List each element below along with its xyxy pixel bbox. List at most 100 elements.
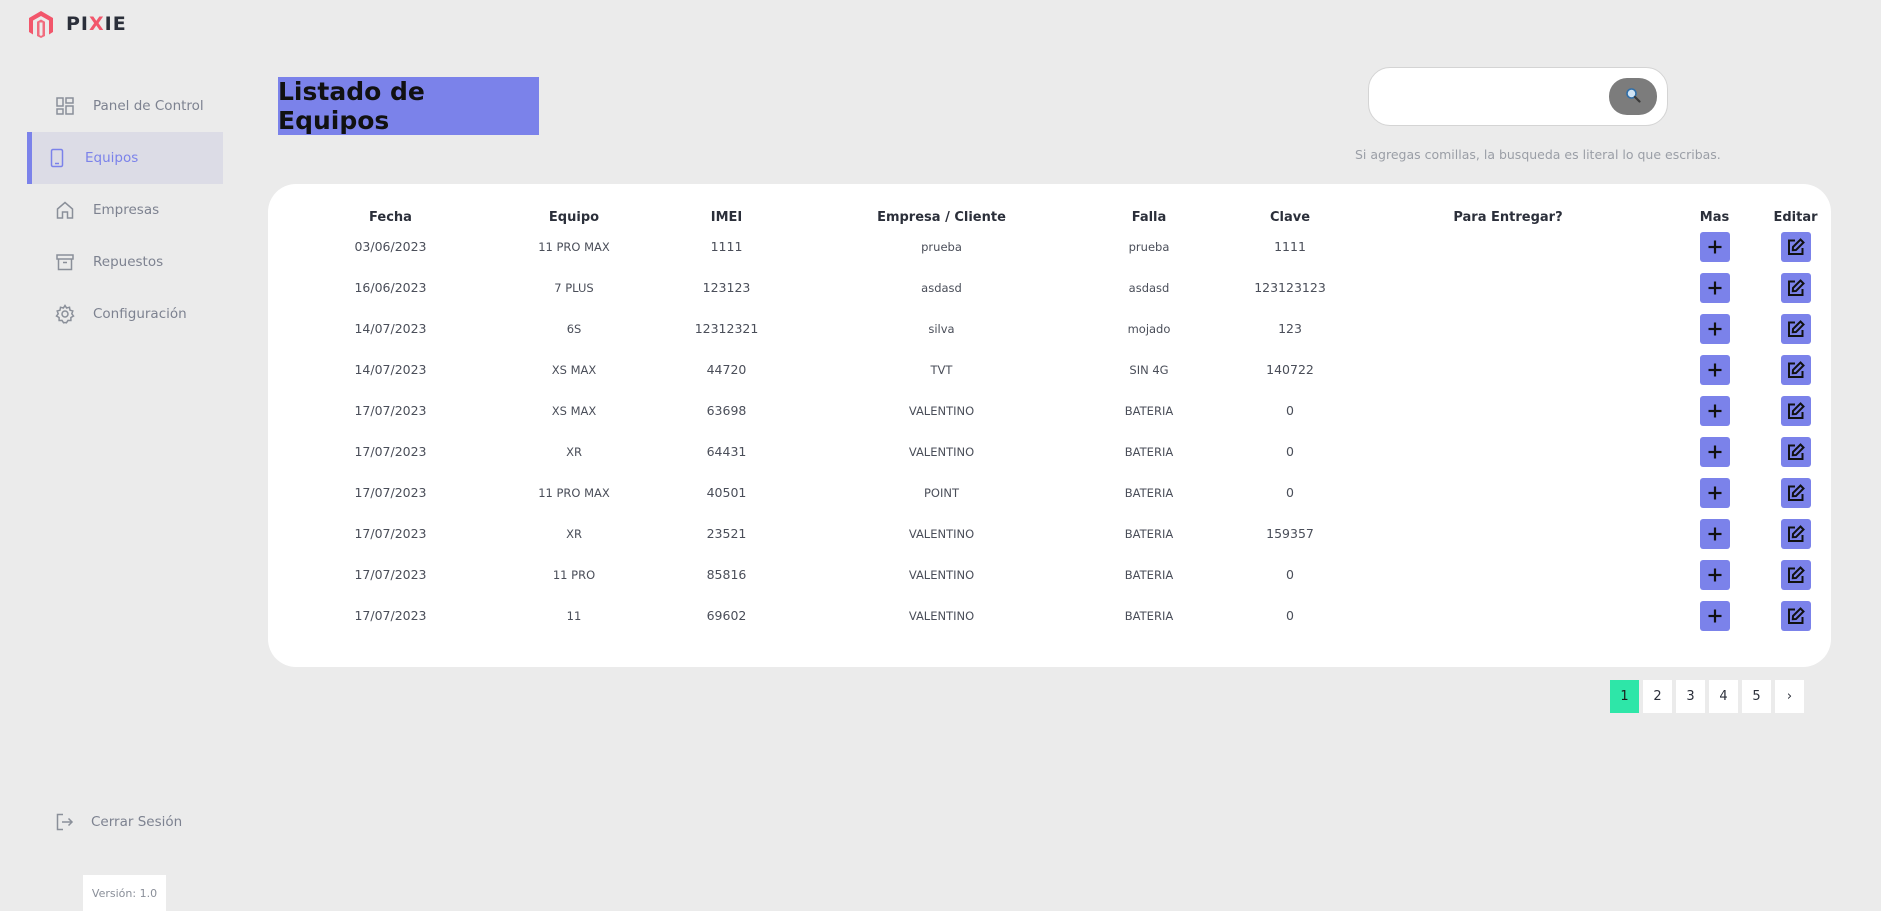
cell-clave: 0 xyxy=(1286,403,1294,418)
more-button[interactable] xyxy=(1699,436,1730,467)
page-button-5[interactable]: 5 xyxy=(1742,680,1771,713)
plus-icon xyxy=(1705,401,1725,421)
version-label: Versión: 1.0 xyxy=(83,875,166,911)
edit-icon xyxy=(1786,278,1806,298)
cell-para-entregar xyxy=(1347,513,1669,554)
plus-icon xyxy=(1705,565,1725,585)
more-button[interactable] xyxy=(1699,313,1730,344)
edit-button[interactable] xyxy=(1780,477,1811,508)
cell-fecha: 17/07/2023 xyxy=(354,403,427,418)
plus-icon xyxy=(1705,442,1725,462)
cell-falla: BATERIA xyxy=(1124,403,1174,418)
edit-button[interactable] xyxy=(1780,313,1811,344)
logout-label: Cerrar Sesión xyxy=(91,814,183,830)
column-header-falla[interactable]: Falla xyxy=(1065,208,1233,226)
sidebar-item-label: Repuestos xyxy=(93,254,164,270)
cell-fecha: 17/07/2023 xyxy=(354,567,427,582)
table-row: 17/07/2023 XS MAX 63698 VALENTINO BATERIA 0 xyxy=(268,390,1831,431)
cell-fecha: 16/06/2023 xyxy=(354,280,427,295)
page-button-4[interactable]: 4 xyxy=(1709,680,1738,713)
page-title: Listado de Equipos xyxy=(278,77,539,135)
sidebar-item-configuracion[interactable]: Configuración xyxy=(27,288,223,340)
edit-icon xyxy=(1786,483,1806,503)
home-icon xyxy=(55,200,75,220)
edit-button[interactable] xyxy=(1780,559,1811,590)
more-button[interactable] xyxy=(1699,518,1730,549)
cell-mas xyxy=(1669,349,1760,390)
cell-imei: 1111 xyxy=(710,239,743,254)
cell-clave: 0 xyxy=(1286,567,1294,582)
cell-fecha: 17/07/2023 xyxy=(354,526,427,541)
table-body: 03/06/2023 11 PRO MAX 1111 prueba prueba 1111… xyxy=(268,226,1831,636)
cell-para-entregar xyxy=(1347,226,1669,267)
page-button-1[interactable]: 1 xyxy=(1610,680,1639,713)
edit-icon xyxy=(1786,606,1806,626)
gear-icon xyxy=(55,304,75,324)
cell-mas xyxy=(1669,554,1760,595)
cell-imei: 69602 xyxy=(706,608,747,623)
search-hint: Si agregas comillas, la busqueda es lite… xyxy=(1355,147,1721,162)
cell-empresa-cliente: asdasd xyxy=(921,280,962,295)
cell-fecha: 17/07/2023 xyxy=(354,485,427,500)
more-button[interactable] xyxy=(1699,395,1730,426)
cell-mas xyxy=(1669,226,1760,267)
cell-empresa-cliente: TVT xyxy=(930,362,953,377)
cell-clave: 0 xyxy=(1286,485,1294,500)
cell-mas xyxy=(1669,472,1760,513)
search-button[interactable] xyxy=(1609,78,1657,115)
phone-icon xyxy=(47,148,67,168)
search-input[interactable] xyxy=(1387,82,1587,112)
cell-editar xyxy=(1760,349,1831,390)
column-header-imei[interactable]: IMEI xyxy=(635,208,818,226)
edit-button[interactable] xyxy=(1780,272,1811,303)
next-page-button[interactable]: › xyxy=(1775,680,1804,713)
cell-clave: 0 xyxy=(1286,608,1294,623)
sidebar-item-panel-de-control[interactable]: Panel de Control xyxy=(27,80,223,132)
plus-icon xyxy=(1705,483,1725,503)
edit-button[interactable] xyxy=(1780,518,1811,549)
more-button[interactable] xyxy=(1699,272,1730,303)
more-button[interactable] xyxy=(1699,354,1730,385)
table-row: 14/07/2023 6S 12312321 silva mojado 123 xyxy=(268,308,1831,349)
edit-button[interactable] xyxy=(1780,231,1811,262)
cell-empresa-cliente: POINT xyxy=(923,485,959,500)
cell-equipo: 11 xyxy=(566,608,582,623)
more-button[interactable] xyxy=(1699,231,1730,262)
more-button[interactable] xyxy=(1699,600,1730,631)
more-button[interactable] xyxy=(1699,559,1730,590)
sidebar-item-empresas[interactable]: Empresas xyxy=(27,184,223,236)
edit-icon xyxy=(1786,524,1806,544)
cell-falla: BATERIA xyxy=(1124,608,1174,623)
cell-para-entregar xyxy=(1347,267,1669,308)
column-header-clave[interactable]: Clave xyxy=(1233,208,1347,226)
cell-mas xyxy=(1669,513,1760,554)
cell-falla: asdasd xyxy=(1128,280,1170,295)
cell-editar xyxy=(1760,431,1831,472)
edit-button[interactable] xyxy=(1780,600,1811,631)
sidebar-item-equipos[interactable]: Equipos xyxy=(27,132,223,184)
logout-button[interactable]: Cerrar Sesión xyxy=(55,812,182,832)
column-header-fecha[interactable]: Fecha xyxy=(268,208,513,226)
cell-editar xyxy=(1760,308,1831,349)
sidebar-item-repuestos[interactable]: Repuestos xyxy=(27,236,223,288)
page-button-2[interactable]: 2 xyxy=(1643,680,1672,713)
cell-para-entregar xyxy=(1347,431,1669,472)
cell-mas xyxy=(1669,308,1760,349)
edit-button[interactable] xyxy=(1780,436,1811,467)
edit-button[interactable] xyxy=(1780,395,1811,426)
table-row: 17/07/2023 XR 23521 VALENTINO BATERIA 159357 xyxy=(268,513,1831,554)
table-row: 17/07/2023 11 69602 VALENTINO BATERIA 0 xyxy=(268,595,1831,636)
cell-mas xyxy=(1669,595,1760,636)
cell-equipo: XS MAX xyxy=(551,362,597,377)
page-button-3[interactable]: 3 xyxy=(1676,680,1705,713)
cell-fecha: 17/07/2023 xyxy=(354,444,427,459)
cell-falla: BATERIA xyxy=(1124,444,1174,459)
column-header-para-entregar[interactable]: Para Entregar? xyxy=(1347,208,1669,226)
column-header-empresa-cliente[interactable]: Empresa / Cliente xyxy=(818,208,1065,226)
edit-icon xyxy=(1786,360,1806,380)
edit-button[interactable] xyxy=(1780,354,1811,385)
cell-para-entregar xyxy=(1347,554,1669,595)
brand-logo: PIXIE xyxy=(28,10,127,38)
more-button[interactable] xyxy=(1699,477,1730,508)
column-header-equipo[interactable]: Equipo xyxy=(513,208,635,226)
